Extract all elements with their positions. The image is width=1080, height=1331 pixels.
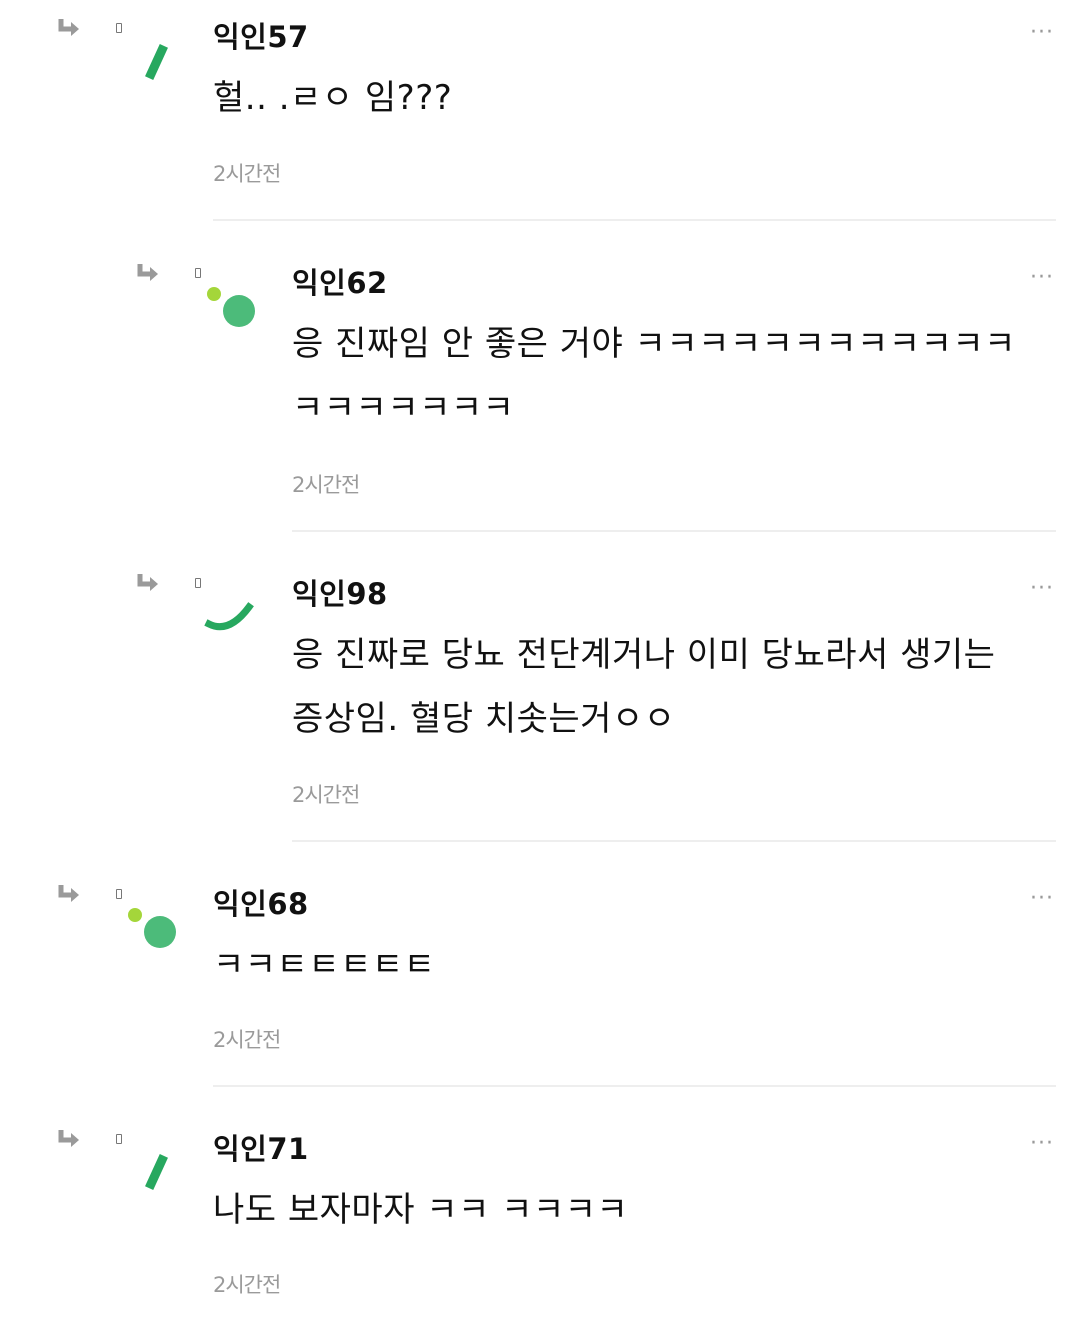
nickname[interactable]: 익인71 [213,1126,309,1168]
comment-text: 응 진짜로 당뇨 전단계거나 이미 당뇨라서 생기는 증상임. 혈당 치솟는거ㅇ… [292,635,996,739]
green-dash-icon [145,1154,168,1190]
timestamp: 2시간전 [213,162,281,186]
checkbox-icon[interactable] [116,1134,122,1144]
nickname[interactable]: 익인98 [292,571,388,613]
reply-arrow-icon [58,19,79,36]
checkbox-icon[interactable] [195,578,201,588]
more-options-icon[interactable]: ··· [1030,267,1054,289]
checkbox-icon[interactable] [116,23,122,33]
more-options-icon[interactable]: ··· [1030,888,1054,910]
timestamp: 2시간전 [213,1273,281,1297]
divider [292,530,1056,532]
green-dots-icon [207,287,255,327]
nickname[interactable]: 익인62 [292,260,388,302]
divider [292,840,1056,842]
reply-arrow-icon [58,885,79,902]
green-arc-icon [204,602,254,631]
green-dash-icon [145,44,168,80]
checkbox-icon[interactable] [195,268,201,278]
comment-text: 나도 보자마자 ㅋㅋ ㅋㅋㅋㅋ [213,1190,629,1230]
comment-text: 응 진짜임 안 좋은 거야 ㅋㅋㅋㅋㅋㅋㅋㅋㅋㅋㅋㅋ ㅋㅋㅋㅋㅋㅋㅋ [292,324,1016,428]
divider [213,219,1056,221]
divider [213,1085,1056,1087]
comment-text: ㅋㅋㅌㅌㅌㅌㅌ [213,945,436,985]
nickname[interactable]: 익인68 [213,881,309,923]
timestamp: 2시간전 [213,1028,281,1052]
timestamp: 2시간전 [292,783,360,807]
more-options-icon[interactable]: ··· [1030,1133,1054,1155]
nickname[interactable]: 익인57 [213,14,309,56]
more-options-icon[interactable]: ··· [1030,578,1054,600]
checkbox-icon[interactable] [116,889,122,899]
reply-arrow-icon [137,264,158,281]
comment-text: 헐.. .ㄹㅇ 임??? [213,78,453,118]
more-options-icon[interactable]: ··· [1030,22,1054,44]
reply-arrow-icon [137,574,158,591]
green-dots-icon [128,908,176,948]
timestamp: 2시간전 [292,473,360,497]
reply-arrow-icon [58,1130,79,1147]
